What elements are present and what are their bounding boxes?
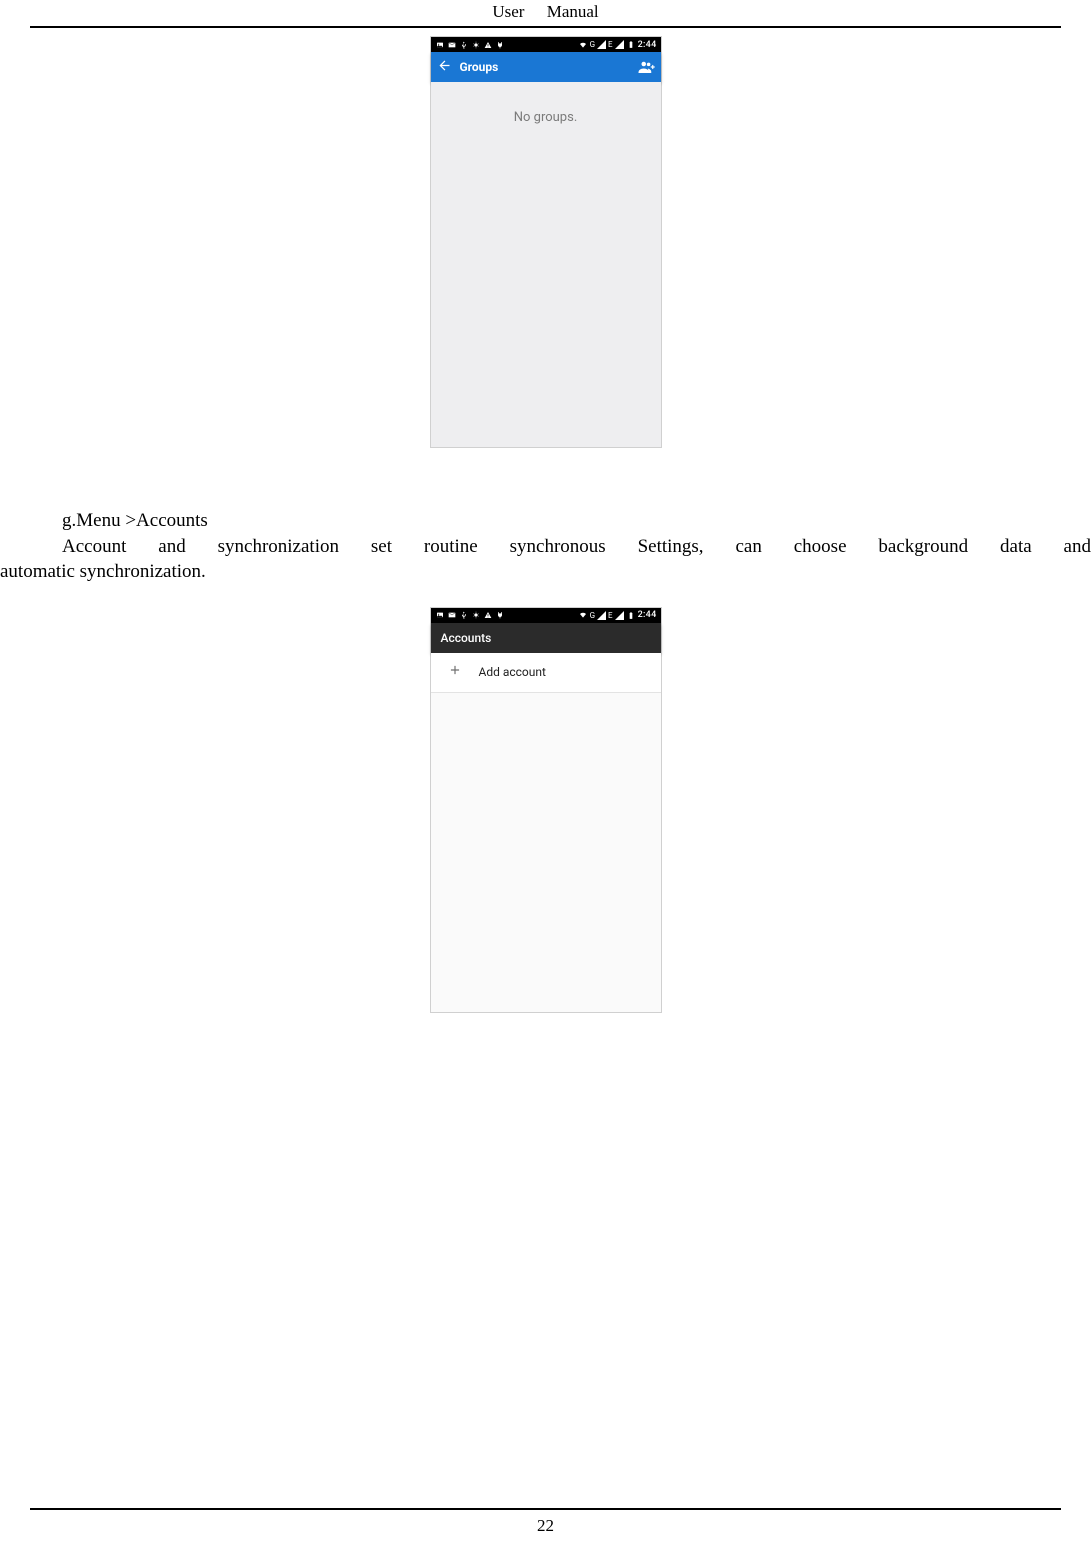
status-time: 2:44 bbox=[638, 610, 657, 620]
app-bar-groups: Groups bbox=[431, 52, 661, 82]
page-number: 22 bbox=[537, 1516, 554, 1535]
plug-icon bbox=[495, 40, 505, 50]
debug-icon bbox=[471, 610, 481, 620]
signal-icon bbox=[597, 611, 606, 620]
plus-icon bbox=[445, 663, 465, 681]
paragraph-line-2: automatic synchronization. bbox=[0, 559, 1091, 585]
status-icons-left-2 bbox=[434, 610, 506, 620]
status-icons-left bbox=[434, 40, 506, 50]
signal-icon bbox=[597, 40, 606, 49]
document-header: User Manual bbox=[30, 0, 1061, 28]
network-type-e: E bbox=[608, 40, 613, 49]
battery-icon bbox=[626, 40, 636, 50]
app-bar-accounts: Accounts bbox=[431, 623, 661, 653]
mail-icon bbox=[447, 40, 457, 50]
debug-icon bbox=[471, 40, 481, 50]
status-icons-right: G E 2:44 bbox=[577, 40, 658, 50]
screenshot-groups: G E 2:44 Groups No groups. bbox=[430, 36, 662, 448]
status-bar: G E 2:44 bbox=[431, 37, 661, 52]
signal-icon-2 bbox=[615, 40, 624, 49]
status-icons-right-2: G E 2:44 bbox=[577, 610, 658, 620]
groups-empty-state: No groups. bbox=[431, 82, 661, 447]
battery-icon bbox=[626, 610, 636, 620]
back-icon[interactable] bbox=[437, 58, 452, 77]
mail-icon bbox=[447, 610, 457, 620]
warning-icon bbox=[483, 610, 493, 620]
status-time: 2:44 bbox=[638, 40, 657, 50]
header-word-user: User bbox=[492, 2, 524, 22]
wifi-icon bbox=[578, 610, 588, 620]
wifi-icon bbox=[578, 40, 588, 50]
add-account-label: Add account bbox=[479, 665, 546, 679]
image-icon bbox=[435, 610, 445, 620]
paragraph-line-1: Account and synchronization set routine … bbox=[0, 534, 1091, 560]
image-icon bbox=[435, 40, 445, 50]
groups-empty-text: No groups. bbox=[514, 110, 578, 447]
accounts-list: Add account bbox=[431, 653, 661, 1012]
usb-icon bbox=[459, 610, 469, 620]
network-type-g: G bbox=[590, 611, 595, 620]
status-bar-2: G E 2:44 bbox=[431, 608, 661, 623]
screenshot-accounts: G E 2:44 Accounts Add account bbox=[430, 607, 662, 1013]
document-body-text: g.Menu >Accounts Account and synchroniza… bbox=[0, 508, 1091, 585]
plug-icon bbox=[495, 610, 505, 620]
section-heading-accounts: g.Menu >Accounts bbox=[0, 508, 1091, 534]
warning-icon bbox=[483, 40, 493, 50]
network-type-e: E bbox=[608, 611, 613, 620]
document-footer: 22 bbox=[30, 1508, 1061, 1536]
usb-icon bbox=[459, 40, 469, 50]
app-bar-title-accounts: Accounts bbox=[441, 631, 492, 645]
header-word-manual: Manual bbox=[547, 2, 599, 22]
network-type-g: G bbox=[590, 40, 595, 49]
app-bar-title-groups: Groups bbox=[460, 60, 637, 74]
add-account-item[interactable]: Add account bbox=[431, 653, 661, 693]
add-group-icon[interactable] bbox=[637, 58, 655, 76]
signal-icon-2 bbox=[615, 611, 624, 620]
